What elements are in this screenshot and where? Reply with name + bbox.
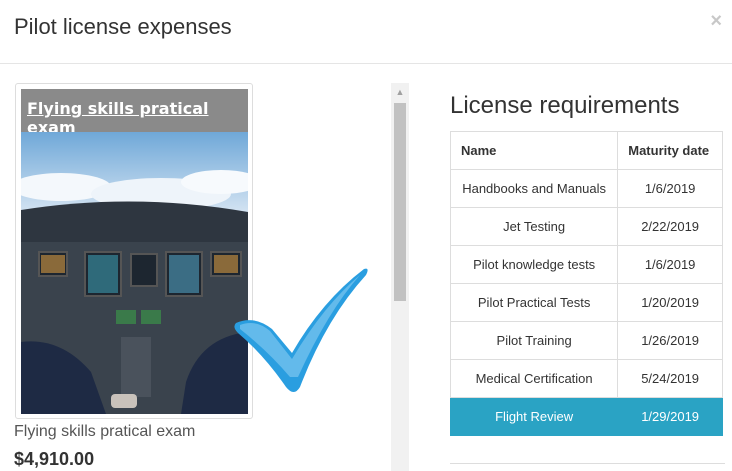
checkmark-icon — [234, 268, 368, 392]
modal-header: Pilot license expenses × — [0, 0, 732, 64]
product-pane: Flying skills pratical exam Flying skill… — [0, 64, 412, 471]
table-row[interactable]: Jet Testing 2/22/2019 — [449, 207, 723, 246]
close-icon[interactable]: × — [710, 10, 722, 33]
cell-date: 2/22/2019 — [617, 207, 723, 246]
cell-date: 5/24/2019 — [617, 359, 723, 398]
table-row[interactable]: Pilot Training 1/26/2019 — [449, 321, 723, 360]
cell-date: 1/26/2019 — [617, 321, 723, 360]
scroll-thumb[interactable] — [394, 103, 406, 301]
table-header-row: Name Maturity date — [449, 131, 723, 170]
table-row[interactable]: Pilot Practical Tests 1/20/2019 — [449, 283, 723, 322]
cell-name: Handbooks and Manuals — [449, 169, 619, 208]
cell-name: Medical Certification — [449, 359, 619, 398]
cell-date: 1/6/2019 — [617, 245, 723, 284]
modal-title: Pilot license expenses — [14, 14, 232, 39]
cell-name: Pilot knowledge tests — [449, 245, 619, 284]
product-card[interactable]: Flying skills pratical exam — [15, 83, 253, 419]
product-price: $4,910.00 — [14, 449, 95, 469]
cell-name: Pilot Practical Tests — [449, 283, 619, 322]
vertical-scrollbar[interactable]: ▲ — [391, 83, 409, 471]
table-row[interactable]: Pilot knowledge tests 1/6/2019 — [449, 245, 723, 284]
cell-date: 1/6/2019 — [617, 169, 723, 208]
cell-name: Jet Testing — [449, 207, 619, 246]
cell-date: 1/20/2019 — [617, 283, 723, 322]
column-header-maturity-date[interactable]: Maturity date — [617, 131, 723, 170]
cockpit-illustration — [21, 132, 248, 414]
cell-name: Pilot Training — [449, 321, 619, 360]
requirements-title: License requirements — [450, 92, 680, 119]
cell-name: Flight Review — [449, 397, 619, 436]
requirements-table: Name Maturity date Handbooks and Manuals… — [449, 131, 723, 436]
scroll-up-arrow-icon[interactable]: ▲ — [391, 83, 409, 101]
table-row[interactable]: Handbooks and Manuals 1/6/2019 — [449, 169, 723, 208]
column-header-name[interactable]: Name — [449, 131, 619, 170]
product-name: Flying skills pratical exam — [14, 423, 196, 440]
cell-date: 1/29/2019 — [617, 397, 723, 436]
image-title-banner: Flying skills pratical exam — [21, 89, 248, 137]
table-row-selected[interactable]: Flight Review 1/29/2019 — [449, 397, 723, 436]
table-row[interactable]: Medical Certification 5/24/2019 — [449, 359, 723, 398]
cockpit-image: Flying skills pratical exam — [21, 89, 248, 414]
divider — [450, 463, 725, 464]
